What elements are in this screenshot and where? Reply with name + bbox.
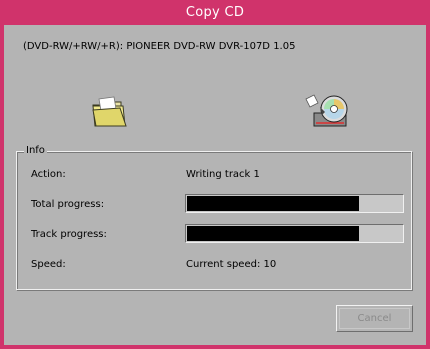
- info-group: Info Action: Writing track 1 Total progr…: [16, 145, 412, 290]
- copy-cd-dialog: Copy CD (DVD-RW/+RW/+R): PIONEER DVD-RW …: [0, 0, 430, 349]
- device-label: (DVD-RW/+RW/+R): PIONEER DVD-RW DVR-107D…: [23, 41, 296, 52]
- total-progress-fill: [187, 196, 359, 211]
- track-progress-bar: [185, 224, 404, 243]
- cancel-button[interactable]: Cancel: [336, 305, 413, 332]
- speed-value: Current speed: 10: [186, 259, 277, 270]
- info-group-title: Info: [24, 145, 47, 157]
- speed-label: Speed:: [31, 259, 66, 270]
- track-progress-label: Track progress:: [31, 229, 107, 240]
- track-progress-fill: [187, 226, 359, 241]
- folder-icon: [92, 96, 127, 127]
- action-label: Action:: [31, 169, 66, 180]
- dialog-body: (DVD-RW/+RW/+R): PIONEER DVD-RW DVR-107D…: [4, 25, 426, 345]
- total-progress-bar: [185, 194, 404, 213]
- action-value: Writing track 1: [186, 169, 260, 180]
- cd-writer-icon: [305, 94, 348, 127]
- total-progress-label: Total progress:: [31, 199, 105, 210]
- window-title: Copy CD: [3, 3, 427, 23]
